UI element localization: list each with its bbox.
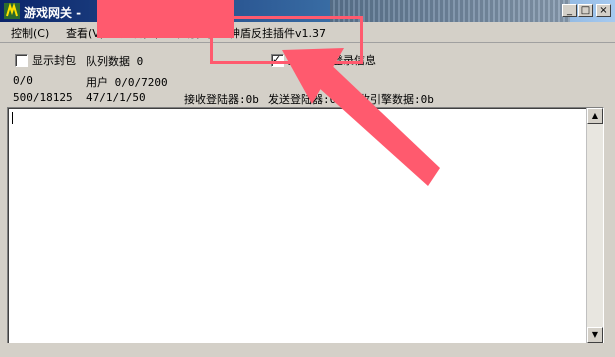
annotation-arrow-icon: [282, 48, 440, 186]
